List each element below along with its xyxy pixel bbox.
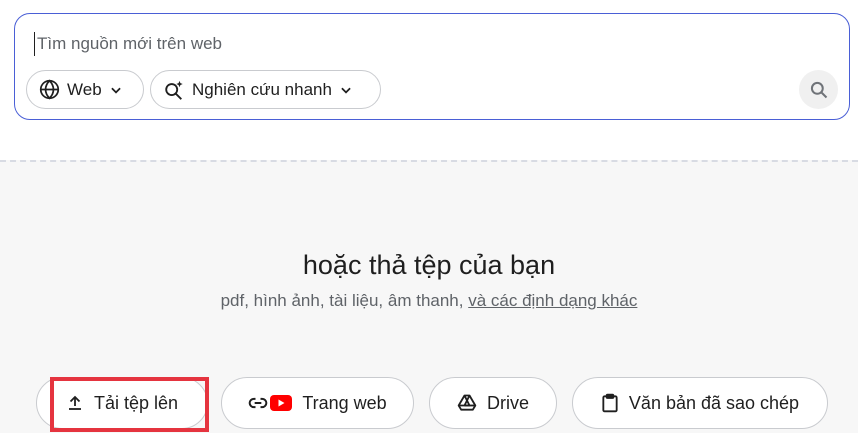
upload-file-label: Tải tệp lên xyxy=(93,392,179,413)
research-mode-label: Nghiên cứu nhanh xyxy=(192,79,332,99)
top-area: Web Nghiên cứu nhanh xyxy=(0,0,858,160)
link-icon xyxy=(248,393,268,413)
sparkle-search-icon xyxy=(163,79,185,101)
more-formats-link[interactable]: và các định dạng khác xyxy=(468,291,637,310)
upload-icon xyxy=(66,394,84,412)
drive-icon xyxy=(457,393,477,413)
upload-file-button[interactable]: Tải tệp lên xyxy=(36,377,208,429)
search-submit-button[interactable] xyxy=(799,70,838,109)
chevron-down-icon xyxy=(339,83,353,97)
chevron-down-icon xyxy=(109,83,123,97)
search-input[interactable] xyxy=(34,32,814,56)
search-icon xyxy=(809,80,829,100)
youtube-icon xyxy=(270,395,293,411)
dashed-divider xyxy=(0,160,858,162)
drop-zone-title: hoặc thả tệp của bạn xyxy=(302,250,556,280)
research-mode-chip[interactable]: Nghiên cứu nhanh xyxy=(150,70,381,109)
drive-source-button[interactable]: Drive xyxy=(429,377,557,429)
copied-text-label: Văn bản đã sao chép xyxy=(628,392,800,413)
globe-icon xyxy=(39,79,60,100)
source-select-chip[interactable]: Web xyxy=(26,70,144,109)
search-box: Web Nghiên cứu nhanh xyxy=(14,13,850,120)
clipboard-icon xyxy=(601,393,619,413)
website-source-button[interactable]: Trang web xyxy=(221,377,414,429)
drop-zone-subtitle: pdf, hình ảnh, tài liệu, âm thanh, và cá… xyxy=(0,291,858,311)
source-select-label: Web xyxy=(67,79,102,99)
supported-formats-text: pdf, hình ảnh, tài liệu, âm thanh, xyxy=(220,291,469,310)
drive-source-label: Drive xyxy=(486,392,529,413)
copied-text-button[interactable]: Văn bản đã sao chép xyxy=(572,377,828,429)
website-source-label: Trang web xyxy=(302,392,387,413)
